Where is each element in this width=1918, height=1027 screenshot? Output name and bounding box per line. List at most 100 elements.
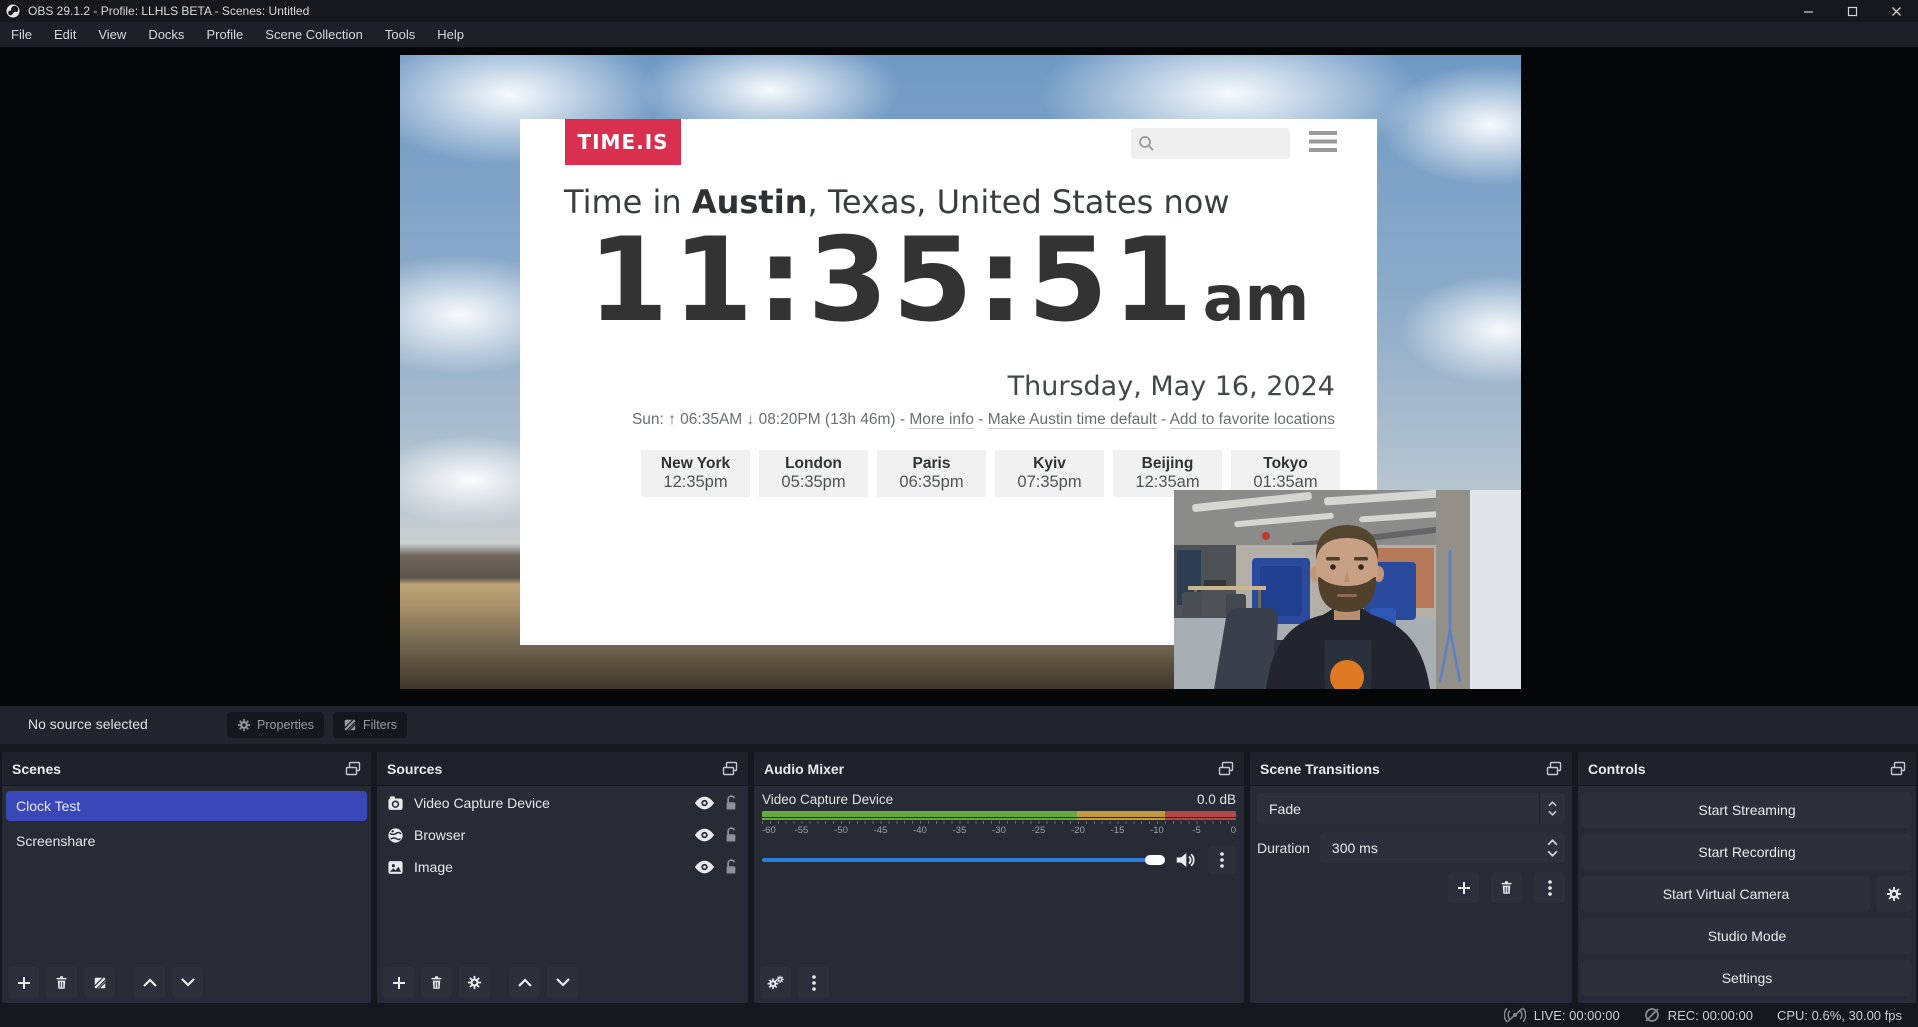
duration-label: Duration xyxy=(1257,840,1310,856)
preview-area: TIME.IS Time in Austin, Texas, United St… xyxy=(0,47,1918,706)
add-favorite-link: Add to favorite locations xyxy=(1170,411,1335,429)
live-status: LIVE: 00:00:00 xyxy=(1504,1007,1620,1023)
unlock-icon[interactable] xyxy=(724,827,738,843)
move-source-down-button[interactable] xyxy=(547,967,578,998)
chevron-down-icon xyxy=(1548,810,1557,816)
menu-edit[interactable]: Edit xyxy=(43,22,87,47)
unlock-icon[interactable] xyxy=(724,795,738,811)
scenes-toolbar xyxy=(8,967,203,998)
transitions-header: Scene Transitions xyxy=(1250,752,1572,786)
transition-properties-button[interactable] xyxy=(1534,872,1565,903)
scenes-dock-title: Scenes xyxy=(12,761,61,777)
eye-icon[interactable] xyxy=(695,796,714,810)
search-icon xyxy=(1138,135,1155,152)
controls-header: Controls xyxy=(1578,752,1916,786)
popout-icon[interactable] xyxy=(1546,761,1562,776)
minimize-button[interactable] xyxy=(1786,0,1830,22)
source-row-image[interactable]: Image xyxy=(377,852,748,882)
source-row-browser[interactable]: Browser xyxy=(377,820,748,850)
move-scene-down-button[interactable] xyxy=(172,967,203,998)
scene-item-clock-test[interactable]: Clock Test xyxy=(6,791,367,821)
source-row-video-capture[interactable]: Video Capture Device xyxy=(377,788,748,818)
move-source-up-button[interactable] xyxy=(509,967,540,998)
studio-mode-button[interactable]: Studio Mode xyxy=(1582,918,1912,954)
source-properties-button[interactable] xyxy=(459,967,490,998)
transition-select[interactable]: Fade xyxy=(1257,793,1565,824)
eye-icon[interactable] xyxy=(695,860,714,874)
audio-mixer-dock: Audio Mixer Video Capture Device 0.0 dB … xyxy=(754,752,1244,1003)
double-gear-icon xyxy=(767,975,785,991)
scene-filters-button[interactable] xyxy=(84,967,115,998)
popout-icon[interactable] xyxy=(722,761,738,776)
record-muted-icon xyxy=(1644,1007,1660,1023)
make-default-link: Make Austin time default xyxy=(988,411,1157,429)
sources-dock-header: Sources xyxy=(377,752,748,786)
mixer-menu-button[interactable] xyxy=(798,967,829,998)
start-streaming-button[interactable]: Start Streaming xyxy=(1582,792,1912,828)
kebab-icon xyxy=(812,975,816,991)
mixer-options-button[interactable] xyxy=(1208,846,1236,874)
speaker-icon[interactable] xyxy=(1175,851,1196,869)
trash-icon xyxy=(429,975,444,990)
menu-view[interactable]: View xyxy=(87,22,137,47)
menu-docks[interactable]: Docks xyxy=(137,22,195,47)
spin-up-icon[interactable] xyxy=(1547,839,1558,846)
city-card: Paris06:35pm xyxy=(877,450,986,497)
hamburger-menu-icon xyxy=(1309,131,1337,152)
gear-icon xyxy=(1886,886,1902,902)
trash-icon xyxy=(54,975,69,990)
duration-spinbox[interactable]: 300 ms xyxy=(1320,832,1565,863)
add-source-button[interactable] xyxy=(383,967,414,998)
start-recording-button[interactable]: Start Recording xyxy=(1582,834,1912,870)
move-scene-up-button[interactable] xyxy=(134,967,165,998)
popout-icon[interactable] xyxy=(1218,761,1234,776)
eye-icon[interactable] xyxy=(695,828,714,842)
chevron-down-icon xyxy=(181,978,195,987)
clock-display: 11:35:51am xyxy=(520,217,1377,345)
webcam-overlay xyxy=(1174,490,1521,689)
popout-icon[interactable] xyxy=(1890,761,1906,776)
menu-bar: File Edit View Docks Profile Scene Colle… xyxy=(0,22,1918,47)
menu-tools[interactable]: Tools xyxy=(374,22,426,47)
more-info-link: More info xyxy=(909,411,974,429)
program-canvas[interactable]: TIME.IS Time in Austin, Texas, United St… xyxy=(400,55,1521,689)
volume-slider[interactable] xyxy=(762,858,1165,862)
chevron-up-icon xyxy=(143,978,157,987)
maximize-button[interactable] xyxy=(1830,0,1874,22)
meter-ticks xyxy=(762,821,1236,824)
scene-transitions-dock: Scene Transitions Fade Duration 300 ms xyxy=(1250,752,1572,1003)
close-button[interactable] xyxy=(1874,0,1918,22)
spin-down-icon[interactable] xyxy=(1547,850,1558,857)
scene-item-screenshare[interactable]: Screenshare xyxy=(6,826,367,856)
timeis-logo: TIME.IS xyxy=(565,119,681,165)
menu-file[interactable]: File xyxy=(0,22,43,47)
start-virtual-camera-button[interactable]: Start Virtual Camera xyxy=(1582,876,1870,912)
virtual-camera-config-button[interactable] xyxy=(1876,876,1912,912)
status-bar: LIVE: 00:00:00 REC: 00:00:00 CPU: 0.6%, … xyxy=(0,1003,1918,1027)
volume-slider-handle[interactable] xyxy=(1145,855,1165,865)
add-scene-button[interactable] xyxy=(8,967,39,998)
advanced-audio-button[interactable] xyxy=(760,967,791,998)
audio-mixer-header: Audio Mixer xyxy=(754,752,1244,786)
settings-button[interactable]: Settings xyxy=(1582,960,1912,996)
remove-transition-button[interactable] xyxy=(1491,872,1522,903)
remove-scene-button[interactable] xyxy=(46,967,77,998)
plus-icon xyxy=(392,976,406,990)
cpu-fps-status: CPU: 0.6%, 30.00 fps xyxy=(1777,1008,1902,1023)
selected-source-toolbar: No source selected Properties Filters xyxy=(0,706,1918,744)
add-transition-button[interactable] xyxy=(1448,872,1479,903)
menu-scene-collection[interactable]: Scene Collection xyxy=(254,22,374,47)
date-display: Thursday, May 16, 2024 xyxy=(1008,371,1335,402)
kebab-icon xyxy=(1548,880,1552,896)
unlock-icon[interactable] xyxy=(724,859,738,875)
camera-icon xyxy=(387,795,404,812)
properties-button[interactable]: Properties xyxy=(227,712,324,738)
chevron-down-icon xyxy=(556,978,570,987)
transition-select-arrows[interactable] xyxy=(1539,793,1565,824)
city-card: New York12:35pm xyxy=(641,450,750,497)
menu-help[interactable]: Help xyxy=(426,22,475,47)
popout-icon[interactable] xyxy=(345,761,361,776)
menu-profile[interactable]: Profile xyxy=(195,22,254,47)
filters-button[interactable]: Filters xyxy=(333,712,407,738)
remove-source-button[interactable] xyxy=(421,967,452,998)
